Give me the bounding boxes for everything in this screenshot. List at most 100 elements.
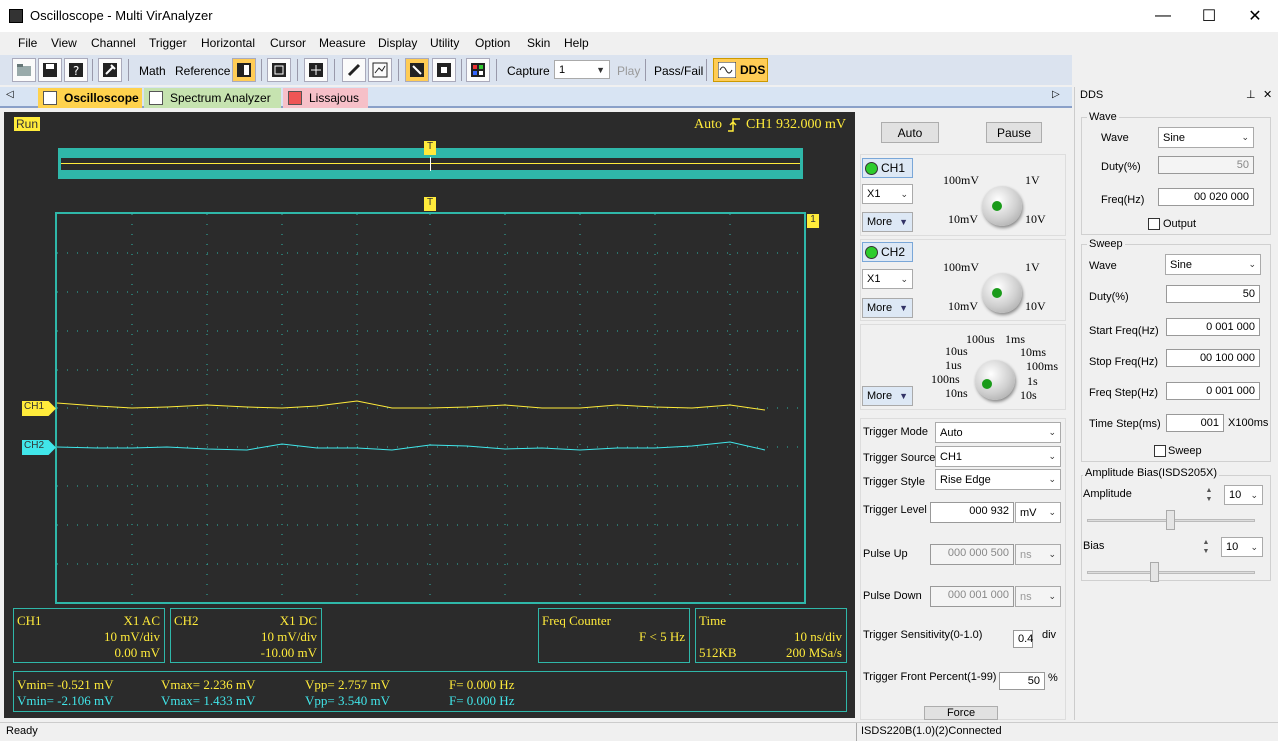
start-freq-input[interactable]: 0 001 000 bbox=[1166, 318, 1260, 336]
trigger-front-unit: % bbox=[1048, 672, 1058, 684]
maximize-button[interactable]: ☐ bbox=[1186, 0, 1232, 32]
trigger-position-marker[interactable]: T bbox=[424, 197, 436, 211]
trigger-front-input[interactable]: 50 bbox=[999, 672, 1045, 690]
sweep-wave-value: Sine bbox=[1170, 258, 1193, 271]
cursor-cross-icon[interactable] bbox=[304, 58, 328, 82]
ch2-led-icon bbox=[865, 245, 878, 259]
menu-cursor[interactable]: Cursor bbox=[270, 36, 306, 50]
probe-icon[interactable] bbox=[342, 58, 366, 82]
time-memory: 512KB bbox=[699, 645, 737, 660]
trigger-level-input[interactable]: 000 932 bbox=[930, 502, 1014, 523]
ch1-vmax: Vmax= 2.236 mV bbox=[161, 677, 256, 692]
amplitude-slider-thumb[interactable] bbox=[1166, 510, 1175, 530]
tab-lissajous[interactable]: Lissajous bbox=[283, 88, 368, 108]
time-step-input[interactable]: 001 bbox=[1166, 414, 1224, 432]
split-view-icon[interactable] bbox=[232, 58, 256, 82]
connection-status: ISDS220B(1.0)(2)Connected bbox=[861, 725, 1002, 737]
minimize-button[interactable]: — bbox=[1140, 0, 1186, 32]
menu-display[interactable]: Display bbox=[378, 36, 417, 50]
capture-select[interactable]: 1 ▼ bbox=[554, 60, 610, 79]
menu-channel[interactable]: Channel bbox=[91, 36, 136, 50]
reference-button[interactable]: Reference bbox=[175, 64, 230, 78]
ch1-probe-select[interactable]: X1 ⌄ bbox=[862, 184, 913, 204]
color-palette-icon[interactable] bbox=[466, 58, 490, 82]
auto-scale-icon[interactable] bbox=[368, 58, 392, 82]
tab-label: Spectrum Analyzer bbox=[170, 91, 271, 105]
bias-select[interactable]: 10 ⌄ bbox=[1221, 537, 1263, 557]
timebase-more-button[interactable]: More ▼ bbox=[862, 386, 913, 406]
bias-slider-track[interactable] bbox=[1087, 571, 1255, 574]
ch2-volts-knob[interactable] bbox=[982, 273, 1022, 313]
ch2-toggle[interactable]: CH2 bbox=[862, 242, 913, 262]
menu-help[interactable]: Help bbox=[564, 36, 589, 50]
ch1-toggle[interactable]: CH1 bbox=[862, 158, 913, 178]
math-button[interactable]: Math bbox=[139, 64, 166, 78]
overview-trigger-marker[interactable]: T bbox=[424, 141, 436, 155]
stop-icon[interactable] bbox=[432, 58, 456, 82]
play-button[interactable]: Play bbox=[617, 64, 640, 78]
knob-indicator bbox=[992, 201, 1002, 211]
ch2-info-box: CH2 X1 DC 10 mV/div -10.00 mV bbox=[170, 608, 322, 663]
menu-horizontal[interactable]: Horizontal bbox=[201, 36, 255, 50]
menu-view[interactable]: View bbox=[51, 36, 77, 50]
hammer-icon[interactable] bbox=[98, 58, 122, 82]
open-icon[interactable] bbox=[12, 58, 36, 82]
dds-button[interactable]: DDS bbox=[713, 58, 768, 82]
ch2-more-button[interactable]: More ▼ bbox=[862, 298, 913, 318]
sweep-checkbox[interactable] bbox=[1154, 445, 1166, 457]
menu-utility[interactable]: Utility bbox=[430, 36, 459, 50]
trigger-mode-select[interactable]: Auto ⌄ bbox=[935, 422, 1061, 443]
close-button[interactable]: ✕ bbox=[1232, 0, 1278, 32]
ch2-probe-select[interactable]: X1 ⌄ bbox=[862, 269, 913, 289]
pulse-up-input[interactable]: 000 000 500 bbox=[930, 544, 1014, 565]
ch1-volts-knob[interactable] bbox=[982, 186, 1022, 226]
auto-button[interactable]: Auto bbox=[881, 122, 939, 143]
trigger-level-marker[interactable]: 1 bbox=[807, 214, 819, 228]
output-checkbox[interactable] bbox=[1148, 218, 1160, 230]
trigger-source-select[interactable]: CH1 ⌄ bbox=[935, 446, 1061, 467]
chevron-down-icon: ⌄ bbox=[1048, 549, 1056, 559]
amplitude-select[interactable]: 10 ⌄ bbox=[1224, 485, 1263, 505]
pause-button[interactable]: Pause bbox=[986, 122, 1042, 143]
menu-trigger[interactable]: Trigger bbox=[149, 36, 187, 50]
time-sample-rate: 200 MSa/s bbox=[786, 645, 842, 660]
ch1-more-button[interactable]: More ▼ bbox=[862, 212, 913, 232]
menu-option[interactable]: Option bbox=[475, 36, 510, 50]
pulse-down-unit-select[interactable]: ns ⌄ bbox=[1015, 586, 1061, 607]
bias-slider-thumb[interactable] bbox=[1150, 562, 1159, 582]
pulse-down-input[interactable]: 000 001 000 bbox=[930, 586, 1014, 607]
freq-step-input[interactable]: 0 001 000 bbox=[1166, 382, 1260, 400]
bias-spinner[interactable]: ▲ ▼ bbox=[1200, 538, 1212, 556]
menu-file[interactable]: File bbox=[18, 36, 37, 50]
fullscreen-icon[interactable] bbox=[267, 58, 291, 82]
force-button[interactable]: Force bbox=[924, 706, 998, 720]
timebase-knob[interactable] bbox=[975, 360, 1015, 400]
pin-icon[interactable]: ⊥ bbox=[1246, 88, 1256, 101]
wave-select[interactable]: Sine ⌄ bbox=[1158, 127, 1254, 148]
help-icon[interactable]: ? bbox=[64, 58, 88, 82]
save-icon[interactable] bbox=[38, 58, 62, 82]
trigger-info: CH1 932.000 mV bbox=[746, 117, 846, 132]
trigger-sensitivity-input[interactable]: 0.4 bbox=[1013, 630, 1033, 648]
tab-oscilloscope[interactable]: Oscilloscope bbox=[38, 88, 142, 108]
lissajous-icon bbox=[288, 91, 302, 105]
menu-skin[interactable]: Skin bbox=[527, 36, 550, 50]
stop-freq-input[interactable]: 00 100 000 bbox=[1166, 349, 1260, 367]
menu-measure[interactable]: Measure bbox=[319, 36, 366, 50]
tab-scroll-right-icon[interactable]: ▷ bbox=[1052, 89, 1060, 100]
tab-spectrum-analyzer[interactable]: Spectrum Analyzer bbox=[144, 88, 281, 108]
line-draw-icon[interactable] bbox=[405, 58, 429, 82]
pulse-up-unit-select[interactable]: ns ⌄ bbox=[1015, 544, 1061, 565]
freq-input[interactable]: 00 020 000 bbox=[1158, 188, 1254, 206]
ch1-toggle-label: CH1 bbox=[881, 161, 906, 175]
trigger-style-select[interactable]: Rise Edge ⌄ bbox=[935, 469, 1061, 490]
trigger-level-unit-select[interactable]: mV ⌄ bbox=[1015, 502, 1061, 523]
passfail-button[interactable]: Pass/Fail bbox=[654, 64, 703, 78]
waveform-grid[interactable] bbox=[55, 212, 806, 604]
duty-input[interactable]: 50 bbox=[1158, 156, 1254, 174]
sweep-duty-input[interactable]: 50 bbox=[1166, 285, 1260, 303]
amplitude-spinner[interactable]: ▲ ▼ bbox=[1203, 486, 1215, 504]
sweep-wave-select[interactable]: Sine ⌄ bbox=[1165, 254, 1261, 275]
tab-scroll-left-icon[interactable]: ◁ bbox=[6, 89, 14, 100]
dds-close-icon[interactable]: ✕ bbox=[1263, 88, 1272, 101]
